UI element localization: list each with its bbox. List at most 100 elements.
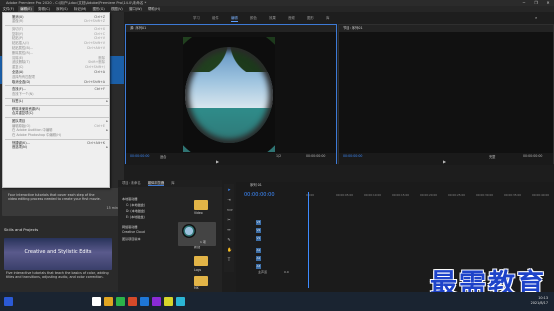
- timeline-timecode[interactable]: 00:00:00:00: [244, 192, 275, 198]
- playhead[interactable]: [308, 192, 309, 288]
- track-select-icon[interactable]: ⇥: [227, 198, 231, 202]
- app-icon[interactable]: [164, 297, 173, 306]
- workspace-tab[interactable]: 效果: [269, 15, 276, 20]
- tutorial-title: Creative and Stylistic Edits: [24, 249, 92, 255]
- tab-project[interactable]: 项目: 未命名: [122, 181, 141, 185]
- workspace-tab[interactable]: 学习: [193, 15, 200, 20]
- clip-thumbnail[interactable]: 1 项: [178, 222, 216, 246]
- workspace-tab[interactable]: 库: [326, 15, 329, 20]
- track-label[interactable]: V2: [256, 228, 261, 233]
- app-icon[interactable]: [104, 297, 113, 306]
- ruler-tick: 00:00:35:00: [504, 193, 522, 197]
- tree-item[interactable]: 团队项目版本: [122, 236, 141, 241]
- pen-tool-icon[interactable]: ✎: [227, 238, 231, 242]
- selection-tool-icon[interactable]: ➤: [227, 188, 231, 192]
- source-monitor-title: 源: 序列01: [126, 25, 336, 32]
- master-volume[interactable]: 0.0: [284, 270, 289, 274]
- app-icon[interactable]: [92, 297, 101, 306]
- fit-select[interactable]: 完整: [489, 154, 495, 159]
- track-label[interactable]: V3: [256, 220, 261, 225]
- track-label[interactable]: A1: [256, 248, 261, 253]
- workspace-tab[interactable]: 音频: [288, 15, 295, 20]
- folder-icon[interactable]: [194, 256, 208, 266]
- play-icon[interactable]: ▶: [443, 159, 446, 164]
- edit-menu-item[interactable]: 查找下一个(N): [3, 91, 109, 97]
- tree-item[interactable]: 网络驱动器: [122, 224, 137, 229]
- fit-select[interactable]: 适合: [160, 154, 166, 159]
- program-timecode: 00:00:00:00: [343, 154, 363, 158]
- resolution-select[interactable]: 1/2: [276, 154, 281, 158]
- ruler-tick: 00:00:20:00: [420, 193, 438, 197]
- menu-item-shortcut: Ctrl+Shift+A: [83, 79, 105, 84]
- workspace-tab[interactable]: 颜色: [250, 15, 257, 20]
- track-label[interactable]: A3: [256, 264, 261, 269]
- menu-item-label: 标签(L): [12, 99, 24, 104]
- app-icon[interactable]: [176, 297, 185, 306]
- card-description: Five interactive tutorials that teach th…: [6, 271, 109, 280]
- start-icon[interactable]: [4, 297, 13, 306]
- track-header: A3: [244, 264, 306, 271]
- type-tool-icon[interactable]: T: [227, 258, 231, 262]
- submenu-arrow-icon: ▸: [106, 99, 108, 104]
- edit-menu-item[interactable]: 在 Adobe Photoshop 中编辑(H): [3, 133, 109, 138]
- tree-item[interactable]: 本地驱动器: [122, 196, 137, 201]
- edit-menu-item[interactable]: 重做(R) Ctrl+Shift+Z: [3, 19, 109, 24]
- app-icon[interactable]: [116, 297, 125, 306]
- play-icon[interactable]: ▶: [216, 159, 219, 164]
- app-icon[interactable]: [152, 297, 161, 306]
- tutorial-thumbnail[interactable]: Creative and Stylistic Edits: [4, 238, 112, 270]
- menu-item-label: 查找下一个(N): [12, 91, 34, 96]
- app-icon[interactable]: [128, 297, 137, 306]
- edit-menu-item[interactable]: 首选项(N) ▸: [3, 145, 109, 150]
- master-track-label: 主声道: [258, 270, 268, 274]
- ruler-tick: 00:00:10:00: [364, 193, 382, 197]
- card-duration: 15 min: [106, 206, 118, 210]
- clock-date: 2021/8/17: [530, 301, 548, 305]
- menu-item-label: 首选项(N): [12, 145, 27, 150]
- program-monitor: 节目: 序列01 00:00:00:00 完整 00:00:00:00 ▶: [338, 24, 554, 165]
- hand-tool-icon[interactable]: ✋: [227, 248, 232, 252]
- slip-tool-icon[interactable]: ↔: [227, 228, 231, 232]
- track-header: V1: [244, 236, 306, 243]
- tree-item[interactable]: D: (本地磁盘): [126, 208, 145, 213]
- tree-item[interactable]: C: (本地磁盘): [126, 202, 145, 207]
- windows-taskbar: 10:13 2021/8/17: [0, 292, 554, 311]
- tab-libraries[interactable]: 库: [171, 181, 174, 185]
- razor-tool-icon[interactable]: ✂: [227, 218, 231, 222]
- source-monitor: 源: 序列01 00:00:00:00 适合 1/2 00:00:00:00 ▶: [125, 24, 337, 165]
- menu-item-label: 在 Adobe Photoshop 中编辑(H): [12, 133, 62, 138]
- edit-dropdown-menu: 撤消(U) Ctrl+Z 重做(R) Ctrl+Shift+Z 剪切(T) Ctrl+X 复…: [2, 12, 110, 188]
- menu-separator: [5, 85, 109, 86]
- track-label[interactable]: A2: [256, 256, 261, 261]
- workspace-tab[interactable]: 组件: [212, 15, 219, 20]
- ruler-tick: 00:00:25:00: [448, 193, 466, 197]
- tab-media-browser[interactable]: 媒体浏览器: [147, 181, 165, 186]
- track-label[interactable]: V1: [256, 236, 261, 241]
- app-icon[interactable]: [140, 297, 149, 306]
- menu-separator: [5, 138, 109, 140]
- track-header: V2: [244, 228, 306, 235]
- submenu-arrow-icon: ▸: [106, 145, 108, 150]
- edit-menu-item[interactable]: 合并重复项(C): [3, 111, 109, 116]
- folder-icon[interactable]: [194, 276, 208, 286]
- track-header: A1: [244, 248, 306, 255]
- tree-item[interactable]: Creative Cloud: [122, 230, 145, 234]
- media-label: Logs: [194, 268, 202, 272]
- workspace-tab-active[interactable]: 编辑: [231, 15, 238, 22]
- tutorial-card[interactable]: Four interactive tutorials that cover ea…: [2, 188, 124, 216]
- tree-item[interactable]: E: (本地磁盘): [126, 214, 145, 219]
- ripple-edit-icon[interactable]: ⟺: [227, 208, 233, 212]
- edit-menu-item[interactable]: 标签(L) ▸: [3, 99, 109, 104]
- folder-icon[interactable]: [194, 200, 208, 210]
- edit-menu-item[interactable]: 取消全选(D) Ctrl+Shift+A: [3, 79, 109, 85]
- system-clock[interactable]: 10:13 2021/8/17: [531, 296, 548, 306]
- time-ruler[interactable]: 00:00 00:00:05:00 00:00:10:00 00:00:15:0…: [306, 193, 554, 198]
- source-timecode: 00:00:00:00: [130, 154, 150, 158]
- menu-separator: [5, 25, 109, 26]
- program-monitor-title: 节目: 序列01: [339, 25, 553, 32]
- workspace-tab[interactable]: 图形: [307, 15, 314, 20]
- menu-item-label: 合并重复项(C): [12, 111, 34, 116]
- menu-item-shortcut: Ctrl+Shift+Z: [83, 19, 105, 24]
- search-icon[interactable]: ⌕: [535, 15, 537, 20]
- workspace-bar: 学习 组件 编辑 颜色 效果 音频 图形 库 ⌕: [125, 12, 554, 24]
